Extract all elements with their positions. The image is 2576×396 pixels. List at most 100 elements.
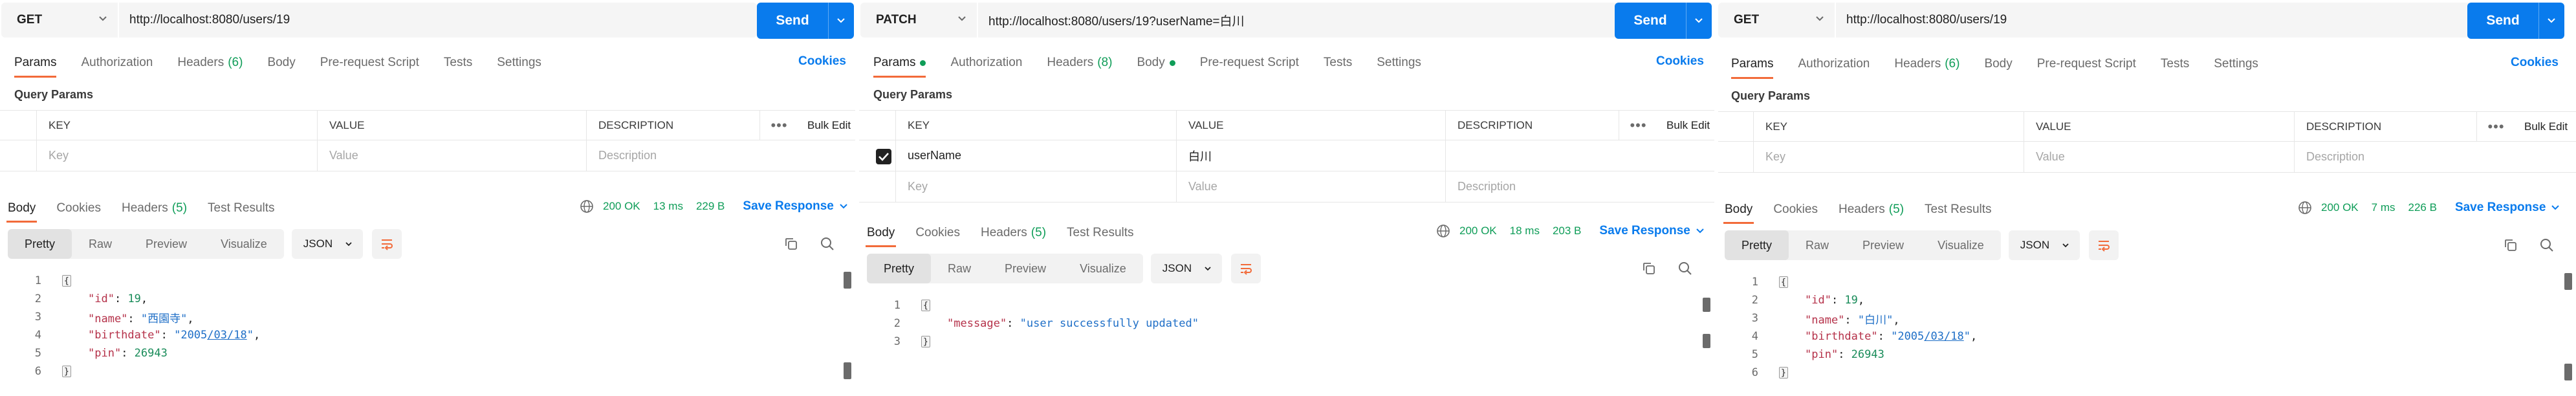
response-time[interactable]: 13 ms <box>653 200 683 213</box>
tab-tests[interactable]: Tests <box>1324 52 1352 74</box>
description-input[interactable]: Description <box>586 140 855 171</box>
view-preview[interactable]: Preview <box>129 229 204 259</box>
method-select[interactable]: PATCH <box>860 3 977 38</box>
save-response-button[interactable]: Save Response <box>2455 201 2560 215</box>
cookies-link[interactable]: Cookies <box>798 54 846 69</box>
description-input[interactable]: Description <box>1445 171 1714 202</box>
view-visualize[interactable]: Visualize <box>204 229 284 259</box>
search-icon[interactable] <box>1675 259 1695 278</box>
globe-icon[interactable] <box>2298 201 2312 215</box>
bulk-edit-button[interactable]: Bulk Edit <box>798 111 851 140</box>
tab-params[interactable]: Params <box>1731 53 1774 79</box>
method-select[interactable]: GET <box>1718 3 1835 38</box>
scrollbar[interactable] <box>1703 334 1710 348</box>
more-options-icon[interactable]: ••• <box>759 111 798 140</box>
url-input[interactable]: http://localhost:8080/users/19 <box>1836 3 2480 38</box>
tab-authorization[interactable]: Authorization <box>1798 53 1870 75</box>
bulk-edit-button[interactable]: Bulk Edit <box>1657 111 1710 140</box>
view-raw[interactable]: Raw <box>72 229 129 259</box>
tab-settings[interactable]: Settings <box>497 52 541 74</box>
value-input[interactable]: Value <box>2024 142 2294 172</box>
resp-tab-test-results[interactable]: Test Results <box>1067 223 1133 243</box>
scrollbar[interactable] <box>844 362 851 379</box>
response-body-editor[interactable]: 1{ 2 "id": 19, 3 "name": "白川", 4 "birthdate… <box>1717 273 2563 382</box>
value-input[interactable]: Value <box>317 140 586 171</box>
description-input[interactable] <box>1445 140 1714 171</box>
description-input[interactable]: Description <box>2294 142 2576 172</box>
view-pretty[interactable]: Pretty <box>1725 230 1789 260</box>
resp-tab-test-results[interactable]: Test Results <box>208 198 274 219</box>
response-body-editor[interactable]: 1{ 2 "id": 19, 3 "name": "西園寺", 4 "birthdat… <box>0 272 842 380</box>
format-select[interactable]: JSON <box>1150 254 1222 283</box>
copy-icon[interactable] <box>1639 259 1659 278</box>
view-preview[interactable]: Preview <box>988 254 1063 283</box>
view-visualize[interactable]: Visualize <box>1063 254 1143 283</box>
tab-tests[interactable]: Tests <box>444 52 472 74</box>
resp-tab-body[interactable]: Body <box>1723 199 1754 224</box>
tab-authorization[interactable]: Authorization <box>950 52 1022 74</box>
value-input[interactable]: Value <box>1176 171 1445 202</box>
more-options-icon[interactable]: ••• <box>1619 111 1657 140</box>
wrap-lines-icon[interactable] <box>1230 254 1261 283</box>
status-code[interactable]: 200 OK <box>2321 201 2359 214</box>
resp-tab-cookies[interactable]: Cookies <box>56 198 101 219</box>
copy-icon[interactable] <box>2501 236 2520 255</box>
tab-headers[interactable]: Headers (8) <box>1047 52 1112 74</box>
resp-tab-headers[interactable]: Headers (5) <box>122 198 187 219</box>
globe-icon[interactable] <box>1436 224 1450 238</box>
status-code[interactable]: 200 OK <box>603 200 640 213</box>
tab-settings[interactable]: Settings <box>1377 52 1421 74</box>
response-size[interactable]: 226 B <box>2408 201 2437 214</box>
response-body-editor[interactable]: 1{ 2 "message": "user successfully update… <box>859 296 1701 351</box>
key-input[interactable]: Key <box>1753 142 2024 172</box>
scrollbar[interactable] <box>844 272 851 289</box>
tab-authorization[interactable]: Authorization <box>81 52 153 74</box>
tab-headers[interactable]: Headers (6) <box>177 52 243 74</box>
more-options-icon[interactable]: ••• <box>2476 112 2515 141</box>
view-raw[interactable]: Raw <box>1789 230 1846 260</box>
view-preview[interactable]: Preview <box>1846 230 1921 260</box>
value-input[interactable]: 白川 <box>1176 140 1445 171</box>
tab-pre-request-script[interactable]: Pre-request Script <box>320 52 419 74</box>
tab-params[interactable]: Params <box>873 52 926 78</box>
resp-tab-test-results[interactable]: Test Results <box>1925 199 1991 220</box>
method-select[interactable]: GET <box>1 3 118 38</box>
key-input[interactable]: Key <box>36 140 317 171</box>
tab-body[interactable]: Body <box>1984 53 2012 75</box>
tab-params[interactable]: Params <box>14 52 57 78</box>
scrollbar[interactable] <box>1703 298 1710 312</box>
globe-icon[interactable] <box>580 199 594 214</box>
copy-icon[interactable] <box>781 234 801 254</box>
search-icon[interactable] <box>2537 236 2557 255</box>
chevron-down-icon[interactable] <box>1694 16 1703 25</box>
wrap-lines-icon[interactable] <box>2088 230 2119 260</box>
format-select[interactable]: JSON <box>2008 230 2080 260</box>
send-button[interactable]: Send <box>2467 3 2564 39</box>
resp-tab-headers[interactable]: Headers (5) <box>981 223 1046 243</box>
status-code[interactable]: 200 OK <box>1459 225 1497 237</box>
wrap-lines-icon[interactable] <box>371 229 402 259</box>
chevron-down-icon[interactable] <box>2547 16 2556 25</box>
send-button[interactable]: Send <box>757 3 854 39</box>
search-icon[interactable] <box>818 234 837 254</box>
resp-tab-body[interactable]: Body <box>6 198 38 223</box>
tab-body[interactable]: Body <box>1137 52 1175 74</box>
url-input[interactable]: http://localhost:8080/users/19?userName=… <box>978 3 1619 38</box>
checkbox-checked-icon[interactable] <box>876 149 891 164</box>
view-visualize[interactable]: Visualize <box>1921 230 2001 260</box>
view-pretty[interactable]: Pretty <box>867 254 932 283</box>
tab-tests[interactable]: Tests <box>2161 53 2189 75</box>
key-input[interactable]: Key <box>895 171 1176 202</box>
bulk-edit-button[interactable]: Bulk Edit <box>2515 112 2568 141</box>
resp-tab-body[interactable]: Body <box>865 223 897 247</box>
tab-headers[interactable]: Headers (6) <box>1894 53 1959 75</box>
response-time[interactable]: 18 ms <box>1510 225 1540 237</box>
format-select[interactable]: JSON <box>291 229 363 259</box>
key-input[interactable]: userName <box>895 140 1176 171</box>
response-size[interactable]: 203 B <box>1553 225 1581 237</box>
url-input[interactable]: http://localhost:8080/users/19 <box>119 3 757 38</box>
response-time[interactable]: 7 ms <box>2372 201 2396 214</box>
cookies-link[interactable]: Cookies <box>1656 54 1704 69</box>
save-response-button[interactable]: Save Response <box>743 199 847 214</box>
scrollbar[interactable] <box>2564 364 2572 380</box>
